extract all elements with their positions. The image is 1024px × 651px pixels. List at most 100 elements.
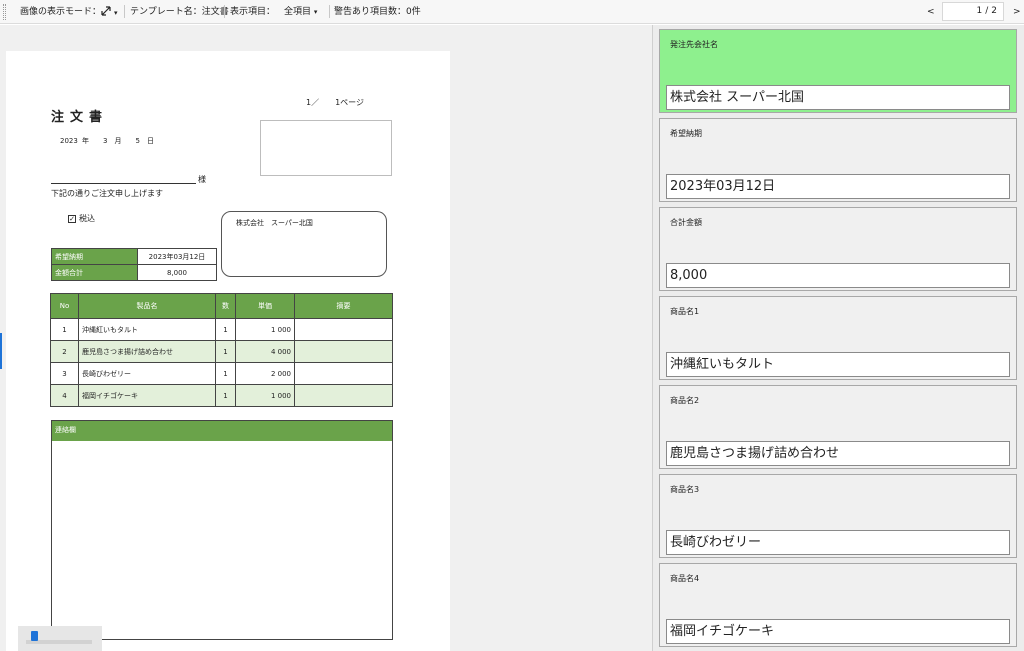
toolbar-divider	[329, 5, 330, 18]
toolbar: 画像の表示モード： ▾ テンプレート名：注文書 表示項目： 全項目 ▾ 警告あり…	[0, 0, 1024, 24]
table-row: 3 長崎びわゼリー 1 2 000	[50, 362, 393, 385]
notes-box: 連絡欄	[51, 420, 393, 640]
field-label: 発注先会社名	[670, 40, 718, 49]
tax-included-label: 税込	[79, 214, 95, 223]
checkbox-icon: ✓	[68, 215, 76, 223]
field-label: 商品名3	[670, 485, 700, 494]
display-items-dropdown[interactable]: 全項目 ▾	[284, 5, 317, 19]
delivery-date-value: 2023年03月12日	[137, 248, 217, 265]
total-amount-key: 金額合計	[51, 264, 138, 281]
field-value-input[interactable]: 2023年03月12日	[666, 174, 1010, 199]
pane-splitter-accent[interactable]	[0, 333, 2, 369]
display-items-value: 全項目	[284, 7, 312, 17]
item-price: 1 000	[235, 318, 295, 341]
item-price: 1 000	[235, 384, 295, 407]
item-note	[294, 340, 393, 363]
summary-table: 希望納期 2023年03月12日 金額合計 8,000	[51, 248, 217, 281]
stamp-box	[260, 120, 392, 176]
column-header: 数	[215, 293, 236, 319]
field-panel: 発注先会社名 株式会社 スーパー北国 希望納期 2023年03月12日 合計金額…	[652, 25, 1024, 651]
display-mode-label: 画像の表示モード：	[20, 7, 102, 17]
item-name: 沖縄紅いもタルト	[78, 318, 216, 341]
display-mode-button[interactable]: ▾	[100, 5, 118, 20]
item-no: 2	[50, 340, 79, 363]
field-delivery-date[interactable]: 希望納期 2023年03月12日	[659, 118, 1017, 202]
table-row: 希望納期 2023年03月12日	[51, 248, 217, 265]
template-name-label: テンプレート名：注文書	[130, 7, 229, 17]
tax-included-check: ✓ 税込	[68, 213, 95, 224]
field-value-input[interactable]: 長崎びわゼリー	[666, 530, 1010, 555]
column-header: 製品名	[78, 293, 216, 319]
item-name: 鹿児島さつま揚げ詰め合わせ	[78, 340, 216, 363]
addressee-suffix: 様	[198, 175, 206, 184]
field-value-input[interactable]: 株式会社 スーパー北国	[666, 85, 1010, 110]
app-window: 画像の表示モード： ▾ テンプレート名：注文書 表示項目： 全項目 ▾ 警告あり…	[0, 0, 1024, 651]
chevron-down-icon: ▾	[313, 8, 318, 16]
items-table: No 製品名 数 単価 摘要 1 沖縄紅いもタルト 1 1 000 2 鹿児島さ…	[50, 293, 393, 407]
zoom-slider-thumb[interactable]	[30, 631, 38, 641]
item-no: 4	[50, 384, 79, 407]
vendor-box: 株式会社 スーパー北国	[221, 211, 387, 277]
display-items-label: 表示項目：	[230, 7, 276, 17]
page-separator: /	[985, 6, 989, 16]
item-qty: 1	[215, 318, 236, 341]
document-date: 2023 年 3 月 5 日	[60, 137, 154, 145]
delivery-date-key: 希望納期	[51, 248, 138, 265]
addressee-line	[51, 183, 196, 184]
toolbar-divider	[224, 5, 225, 18]
document-page: 注文書 1／ 1ページ 2023 年 3 月 5 日 様 下記の通りご注文申し上…	[6, 51, 450, 651]
item-price: 4 000	[235, 340, 295, 363]
diagonal-arrows-icon	[101, 6, 111, 16]
field-value-input[interactable]: 8,000	[666, 263, 1010, 288]
field-product-3[interactable]: 商品名3 長崎びわゼリー	[659, 474, 1017, 558]
item-no: 3	[50, 362, 79, 385]
field-label: 希望納期	[670, 129, 702, 138]
total-amount-value: 8,000	[137, 264, 217, 281]
field-label: 商品名4	[670, 574, 700, 583]
field-label: 合計金額	[670, 218, 702, 227]
field-total-amount[interactable]: 合計金額 8,000	[659, 207, 1017, 291]
table-row: 1 沖縄紅いもタルト 1 1 000	[50, 318, 393, 341]
item-name: 福岡イチゴケーキ	[78, 384, 216, 407]
field-value-input[interactable]: 鹿児島さつま揚げ詰め合わせ	[666, 441, 1010, 466]
field-value-input[interactable]: 福岡イチゴケーキ	[666, 619, 1010, 644]
item-no: 1	[50, 318, 79, 341]
column-header: 摘要	[294, 293, 393, 319]
item-note	[294, 384, 393, 407]
page-current: 1	[976, 6, 983, 16]
item-note	[294, 362, 393, 385]
item-name: 長崎びわゼリー	[78, 362, 216, 385]
notes-label: 連絡欄	[52, 421, 392, 441]
item-qty: 1	[215, 362, 236, 385]
column-header: No	[50, 293, 79, 319]
greeting-text: 下記の通りご注文申し上げます	[51, 189, 163, 198]
next-page-button[interactable]: >	[1013, 5, 1021, 19]
vendor-name: 株式会社 スーパー北国	[236, 219, 313, 227]
toolbar-divider	[124, 5, 125, 18]
field-product-1[interactable]: 商品名1 沖縄紅いもタルト	[659, 296, 1017, 380]
item-note	[294, 318, 393, 341]
item-qty: 1	[215, 340, 236, 363]
chevron-down-icon: ▾	[114, 9, 118, 17]
column-header: 単価	[235, 293, 295, 319]
toolbar-grip[interactable]	[3, 4, 6, 20]
items-header-row: No 製品名 数 単価 摘要	[50, 293, 393, 319]
document-page-indicator: 1／ 1ページ	[306, 98, 365, 107]
page-total: 2	[991, 6, 997, 16]
zoom-control	[18, 626, 102, 651]
field-product-4[interactable]: 商品名4 福岡イチゴケーキ	[659, 563, 1017, 647]
prev-page-button[interactable]: <	[927, 5, 935, 19]
warning-count-label: 警告あり項目数：0件	[334, 7, 421, 17]
field-label: 商品名1	[670, 307, 700, 316]
table-row: 2 鹿児島さつま揚げ詰め合わせ 1 4 000	[50, 340, 393, 363]
document-title: 注文書	[51, 110, 109, 125]
field-value-input[interactable]: 沖縄紅いもタルト	[666, 352, 1010, 377]
field-vendor-name[interactable]: 発注先会社名 株式会社 スーパー北国	[659, 29, 1017, 113]
table-row: 4 福岡イチゴケーキ 1 1 000	[50, 384, 393, 407]
image-preview-pane[interactable]: 注文書 1／ 1ページ 2023 年 3 月 5 日 様 下記の通りご注文申し上…	[0, 25, 652, 651]
item-price: 2 000	[235, 362, 295, 385]
field-label: 商品名2	[670, 396, 700, 405]
field-product-2[interactable]: 商品名2 鹿児島さつま揚げ詰め合わせ	[659, 385, 1017, 469]
item-qty: 1	[215, 384, 236, 407]
page-number-field[interactable]: 1/2	[942, 2, 1004, 21]
